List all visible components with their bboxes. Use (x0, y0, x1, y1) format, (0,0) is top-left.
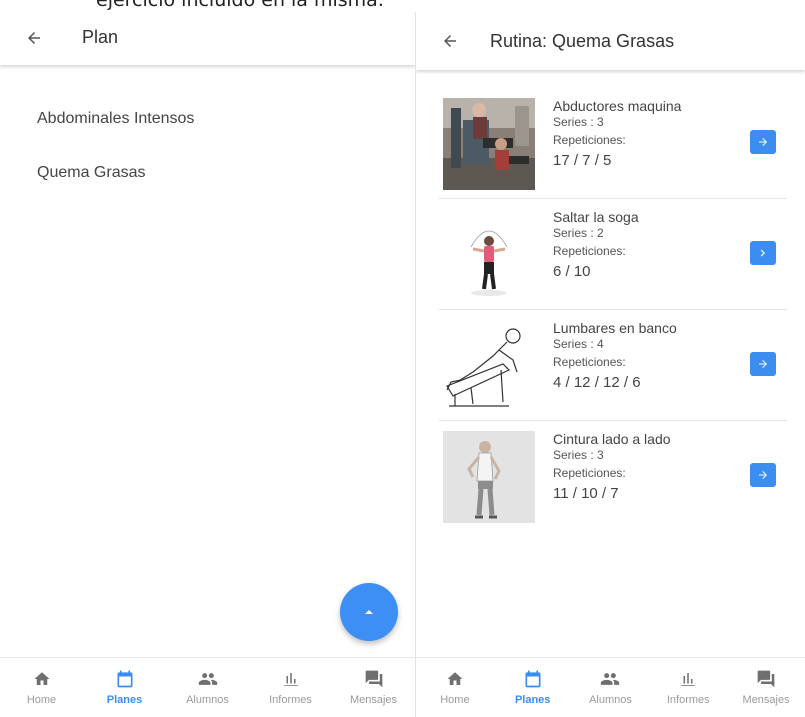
bar-chart-icon (681, 673, 696, 686)
chevron-right-icon (760, 249, 765, 257)
nav-label: Informes (269, 694, 312, 706)
home-icon (447, 672, 463, 685)
nav-label: Informes (666, 694, 710, 706)
nav-label: Home (26, 694, 57, 706)
exercise-series: Series : 4 (553, 337, 604, 351)
gym-machine-photo (443, 98, 535, 190)
exercise-name: Cintura lado a lado (553, 431, 671, 447)
nav-label: Planes (514, 694, 551, 706)
nav-label: Planes (106, 694, 143, 706)
plan-list: Abdominales Intensos Quema Grasas (0, 92, 415, 200)
chat-icon (757, 670, 775, 688)
chevron-up-icon (365, 610, 373, 614)
exercise-list: Abductores maquina Series : 3 Repeticion… (439, 88, 787, 532)
exercise-reps-label: Repeticiones: (553, 355, 626, 369)
exercise-open-button[interactable] (750, 463, 776, 487)
plan-item[interactable]: Abdominales Intensos (0, 92, 415, 146)
bench-sketch (443, 320, 535, 412)
exercise-item: Saltar la soga Series : 2 Repeticiones: … (439, 199, 787, 310)
exercise-item: Cintura lado a lado Series : 3 Repeticio… (439, 421, 787, 532)
exercise-reps: 11 / 10 / 7 (553, 485, 619, 502)
exercise-series: Series : 2 (553, 226, 604, 240)
nav-item-planes[interactable]: Planes (89, 658, 161, 706)
jump-rope-photo (443, 209, 535, 301)
nav-item-home[interactable]: Home (6, 658, 78, 706)
nav-item-informes[interactable]: Informes (652, 658, 724, 706)
plan-item[interactable]: Quema Grasas (0, 146, 415, 200)
exercise-item: Abductores maquina Series : 3 Repeticion… (439, 88, 787, 199)
exercise-name: Lumbares en banco (553, 320, 677, 336)
nav-item-informes[interactable]: Informes (255, 658, 327, 706)
routine-app-bar: Rutina: Quema Grasas (416, 12, 805, 70)
chat-icon (365, 670, 382, 688)
exercise-series: Series : 3 (553, 115, 604, 129)
back-button[interactable] (22, 26, 46, 50)
page-title: Rutina: Quema Grasas (490, 30, 675, 51)
exercise-reps: 6 / 10 (553, 263, 591, 280)
exercise-info: Saltar la soga Series : 2 Repeticiones: … (553, 209, 753, 282)
exercise-item: Lumbares en banco Series : 4 Repeticione… (439, 310, 787, 421)
nav-item-alumnos[interactable]: Alumnos (172, 658, 244, 706)
exercise-name: Abductores maquina (553, 98, 682, 114)
exercise-open-button[interactable] (750, 241, 776, 265)
bottom-nav: Home Planes Alumnos Informes Mensajes (416, 657, 805, 717)
nav-label: Alumnos (589, 694, 632, 706)
fab-button[interactable] (340, 583, 398, 641)
exercise-reps-label: Repeticiones: (553, 244, 626, 258)
people-icon (601, 673, 620, 685)
bottom-nav: Home Planes Alumnos Informes Mensajes (0, 657, 415, 717)
exercise-info: Lumbares en banco Series : 4 Repeticione… (553, 320, 753, 393)
nav-item-alumnos[interactable]: Alumnos (574, 658, 646, 706)
bar-chart-icon (283, 673, 298, 686)
nav-label: Mensajes (349, 694, 398, 706)
nav-item-home[interactable]: Home (419, 658, 491, 706)
back-button[interactable] (438, 29, 462, 53)
nav-label: Alumnos (186, 694, 229, 706)
exercise-name: Saltar la soga (553, 209, 639, 225)
arrow-left-icon (28, 31, 40, 44)
arrow-right-icon (759, 138, 767, 146)
exercise-reps: 17 / 7 / 5 (553, 152, 612, 169)
plan-app-bar: Plan (0, 12, 415, 65)
page-title: Plan (82, 27, 119, 47)
exercise-info: Abductores maquina Series : 3 Repeticion… (553, 98, 753, 171)
calendar-icon (117, 670, 132, 688)
nav-item-planes[interactable]: Planes (497, 658, 569, 706)
people-icon (198, 673, 217, 685)
exercise-reps: 4 / 12 / 12 / 6 (553, 374, 641, 391)
calendar-icon (525, 670, 541, 688)
waist-twist-photo (443, 431, 535, 523)
exercise-series: Series : 3 (553, 448, 604, 462)
nav-item-mensajes[interactable]: Mensajes (730, 658, 802, 706)
nav-label: Home (440, 694, 470, 706)
caption-text: ejercicio incluido en la misma. (96, 0, 384, 11)
exercise-reps-label: Repeticiones: (553, 466, 626, 480)
nav-label: Mensajes (742, 694, 790, 706)
arrow-right-icon (759, 471, 767, 479)
arrow-right-icon (759, 360, 767, 368)
exercise-reps-label: Repeticiones: (553, 133, 626, 147)
home-icon (34, 672, 49, 685)
nav-item-mensajes[interactable]: Mensajes (338, 658, 410, 706)
exercise-info: Cintura lado a lado Series : 3 Repeticio… (553, 431, 753, 504)
arrow-left-icon (444, 35, 456, 47)
plan-screen: Plan Abdominales Intensos Quema Grasas H… (0, 12, 415, 717)
exercise-open-button[interactable] (750, 352, 776, 376)
exercise-open-button[interactable] (750, 130, 776, 154)
routine-screen: Rutina: Quema Grasas Abductores maquina … (416, 12, 805, 717)
